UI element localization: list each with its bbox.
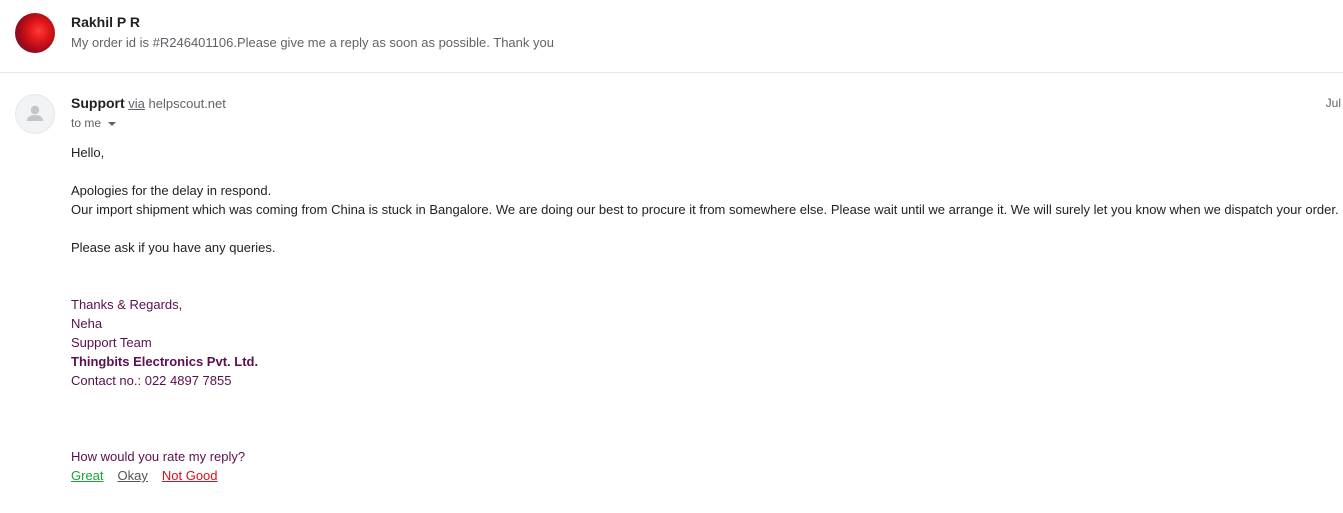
sender-name: Rakhil P R [71, 14, 140, 30]
expanded-message: Support via helpscout.net Jul to me Hell… [0, 73, 1343, 513]
person-icon [27, 105, 43, 121]
message-date: Jul [1325, 96, 1341, 110]
via-domain: helpscout.net [148, 96, 226, 111]
signature-contact: Contact no.: 022 4897 7855 [71, 373, 232, 388]
greeting: Hello, [71, 145, 105, 160]
chevron-down-icon [108, 121, 117, 126]
rating-question: How would you rate my reply? [71, 449, 246, 464]
rate-not-good-link[interactable]: Not Good [162, 468, 218, 483]
sender-name[interactable]: Support [71, 95, 125, 111]
body-line: Our import shipment which was coming fro… [71, 202, 1339, 217]
rate-great-link[interactable]: Great [71, 468, 104, 483]
rate-okay-link[interactable]: Okay [118, 468, 148, 483]
signature-team: Support Team [71, 335, 152, 350]
signature-name: Neha [71, 316, 103, 331]
recipient-label: to me [71, 116, 102, 130]
signature-closing: Thanks & Regards, [71, 297, 183, 312]
from-line: Support via helpscout.net [71, 95, 226, 111]
message-snippet: My order id is #R246401106.Please give m… [71, 35, 554, 50]
rating-links: Great Okay Not Good [71, 466, 1343, 485]
signature-company: Thingbits Electronics Pvt. Ltd. [71, 354, 259, 369]
collapsed-message[interactable]: Rakhil P R My order id is #R246401106.Pl… [0, 0, 1343, 73]
avatar [15, 13, 55, 53]
message-body: Hello, Apologies for the delay in respon… [71, 143, 1343, 485]
body-line: Apologies for the delay in respond. [71, 183, 272, 198]
body-line: Please ask if you have any queries. [71, 240, 276, 255]
recipient-details-toggle[interactable]: to me [71, 116, 117, 130]
avatar [15, 94, 55, 134]
via-link[interactable]: via [128, 96, 145, 111]
